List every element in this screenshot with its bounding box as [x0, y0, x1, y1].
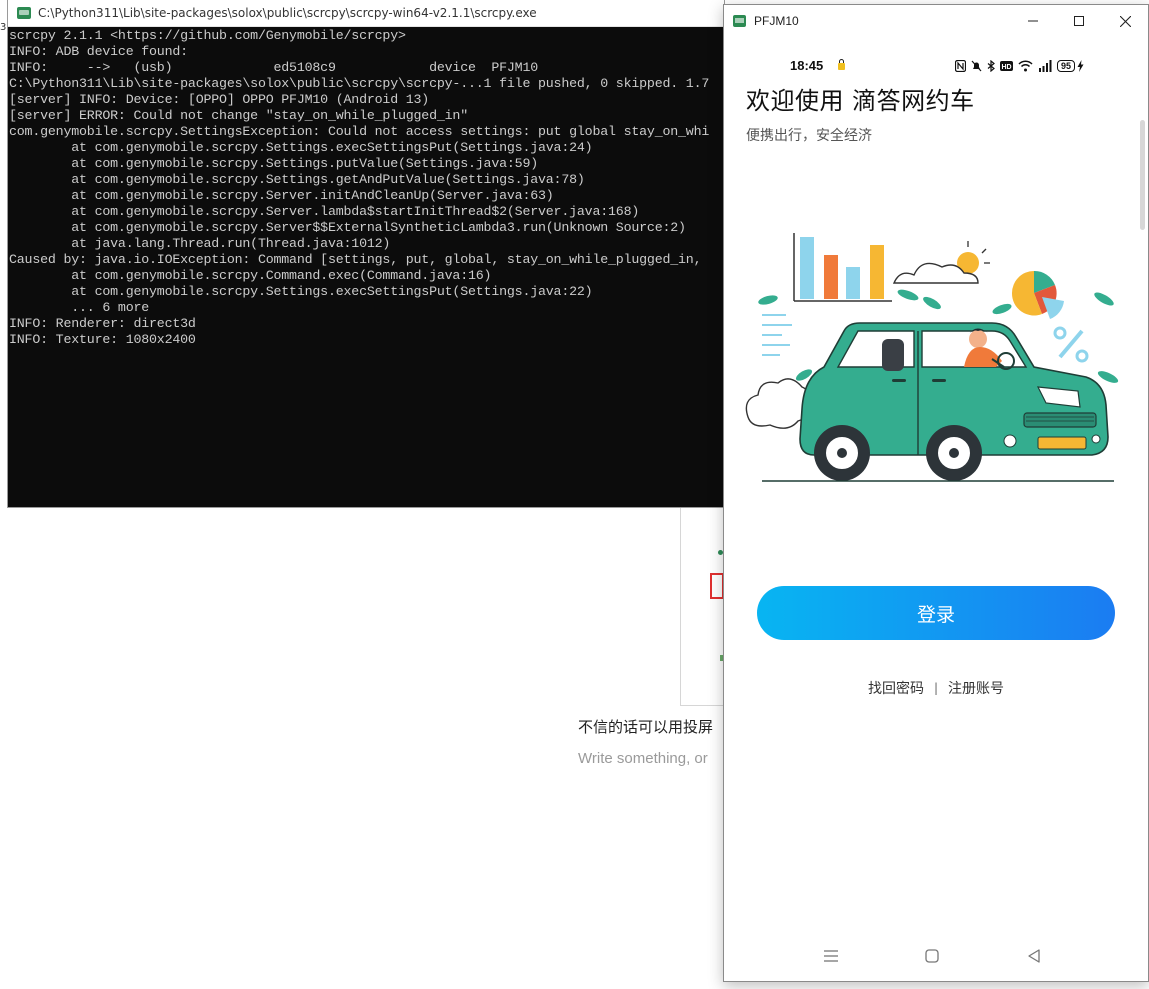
battery-level: 95 [1057, 60, 1076, 72]
back-triangle-icon [1028, 949, 1040, 963]
phone-window-titlebar[interactable]: PFJM10 [724, 5, 1148, 37]
wifi-icon [1018, 60, 1033, 72]
notification-badge-icon [838, 59, 845, 70]
console-window-title: C:\Python311\Lib\site-packages\solox\pub… [38, 6, 537, 20]
maximize-button[interactable] [1056, 5, 1102, 37]
nfc-icon [955, 60, 966, 72]
console-line: [server] INFO: Device: [OPPO] OPPO PFJM1… [9, 92, 430, 107]
scrollbar[interactable] [1140, 120, 1145, 230]
forgot-password-link[interactable]: 找回密码 [868, 678, 924, 698]
console-line: [server] ERROR: Could not change "stay_o… [9, 108, 468, 123]
console-output[interactable]: scrcpy 2.1.1 <https://github.com/Genymob… [9, 28, 724, 507]
status-time: 18:45 [790, 58, 824, 73]
console-line: INFO: ADB device found: [9, 44, 188, 59]
minimize-button[interactable] [1010, 5, 1056, 37]
status-icons: HD 95 [955, 58, 1084, 74]
console-line: at java.lang.Thread.run(Thread.java:1012… [9, 236, 391, 251]
svg-text:HD: HD [1001, 64, 1011, 71]
console-line: INFO: Renderer: direct3d [9, 316, 196, 331]
console-window[interactable]: C:\Python311\Lib\site-packages\solox\pub… [8, 0, 724, 507]
account-links: 找回密码 | 注册账号 [724, 678, 1148, 698]
console-line: at com.genymobile.scrcpy.Settings.execSe… [9, 140, 593, 155]
phone-window-title: PFJM10 [754, 14, 799, 28]
welcome-title: 欢迎使用 滴答网约车 [746, 87, 975, 115]
link-separator: | [933, 681, 939, 695]
welcome-subtitle: 便携出行，安全经济 [746, 128, 872, 144]
console-line: ... 6 more [9, 300, 150, 315]
console-line: at com.genymobile.scrcpy.Settings.putVal… [9, 156, 539, 171]
android-nav-bar [724, 943, 1148, 969]
recent-apps-button[interactable] [816, 943, 846, 969]
console-line: at com.genymobile.scrcpy.Server.initAndC… [9, 188, 554, 203]
bluetooth-icon [987, 60, 995, 72]
background-highlight-box [710, 573, 724, 599]
console-line: at com.genymobile.scrcpy.Server.lambda$s… [9, 204, 640, 219]
console-line: Caused by: java.io.IOException: Command … [9, 252, 702, 267]
back-button[interactable] [1019, 943, 1049, 969]
home-square-icon [925, 949, 939, 963]
signal-icon [1039, 60, 1052, 72]
background-chinese-text: 不信的话可以用投屏 [578, 718, 714, 736]
console-line: at com.genymobile.scrcpy.Server$$Externa… [9, 220, 686, 235]
console-line: at com.genymobile.scrcpy.Command.exec(Co… [9, 268, 492, 283]
maximize-icon [1074, 16, 1084, 26]
register-link[interactable]: 注册账号 [948, 678, 1004, 698]
console-line: INFO: Texture: 1080x2400 [9, 332, 196, 347]
mute-icon [971, 60, 982, 72]
close-icon [1119, 15, 1131, 27]
console-line: scrcpy 2.1.1 <https://github.com/Genymob… [9, 28, 406, 43]
login-button[interactable]: 登录 [757, 586, 1115, 640]
background-editor-placeholder[interactable]: Write something, or [578, 750, 708, 767]
console-line: at com.genymobile.scrcpy.Settings.execSe… [9, 284, 593, 299]
phone-mirror-window[interactable]: PFJM10 18:45 HD 95 欢迎使用 滴答网约车 便携出行，安全经济 [723, 4, 1149, 982]
battery-icon: 95 [1057, 60, 1084, 72]
console-line: C:\Python311\Lib\site-packages\solox\pub… [9, 76, 710, 91]
terminal-app-icon [17, 7, 31, 19]
console-line: at com.genymobile.scrcpy.Settings.getAnd… [9, 172, 585, 187]
menu-icon [824, 950, 838, 962]
minimize-icon [1028, 20, 1038, 22]
console-titlebar[interactable]: C:\Python311\Lib\site-packages\solox\pub… [8, 0, 724, 27]
scrcpy-app-icon [733, 15, 746, 27]
charging-icon [1077, 60, 1084, 72]
driving-car-illustration [745, 233, 1119, 482]
close-button[interactable] [1102, 5, 1148, 37]
console-line: com.genymobile.scrcpy.SettingsException:… [9, 124, 710, 139]
hd-icon: HD [1000, 61, 1013, 71]
home-button[interactable] [917, 943, 947, 969]
background-number: 3 [0, 22, 7, 33]
console-line: INFO: --> (usb) ed5108c9 device PFJM10 [9, 60, 539, 75]
